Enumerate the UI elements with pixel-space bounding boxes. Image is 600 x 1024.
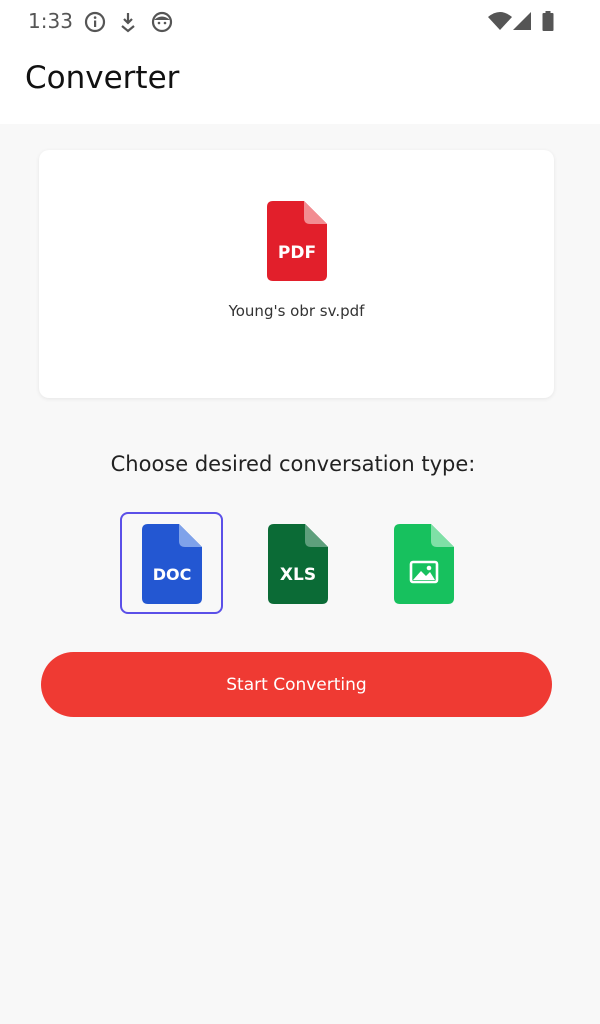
start-converting-button[interactable]: Start Converting — [41, 652, 552, 717]
status-bar: 1:33 — [0, 0, 600, 42]
wifi-icon — [488, 12, 512, 30]
conversion-type-prompt: Choose desired conversation type: — [110, 452, 476, 476]
info-icon — [84, 11, 106, 33]
doc-file-icon-label: DOC — [153, 565, 192, 584]
status-time: 1:33 — [28, 9, 73, 33]
selected-file-card: PDF Young's obr sv.pdf — [39, 150, 554, 398]
cell-signal-icon — [513, 12, 531, 30]
xls-file-icon-label: XLS — [280, 565, 316, 585]
download-status-icon — [121, 13, 135, 33]
file-name: Young's obr sv.pdf — [228, 302, 365, 320]
conversion-option-doc[interactable]: DOC — [120, 512, 223, 614]
conversion-option-xls[interactable]: XLS — [246, 512, 349, 614]
converter-screen: 1:33 Converter PDF Young's obr sv.pdf Ch… — [0, 0, 600, 1024]
image-file-icon — [394, 524, 454, 604]
xls-file-icon: XLS — [268, 524, 328, 604]
pdf-file-icon: PDF — [267, 201, 327, 281]
conversion-option-image[interactable] — [372, 512, 475, 614]
app-bar: Converter — [0, 42, 600, 124]
battery-icon — [542, 11, 554, 31]
page-title: Converter — [25, 60, 180, 96]
doc-file-icon: DOC — [142, 524, 202, 604]
face-icon — [151, 11, 173, 33]
pdf-file-icon-label: PDF — [278, 243, 316, 263]
